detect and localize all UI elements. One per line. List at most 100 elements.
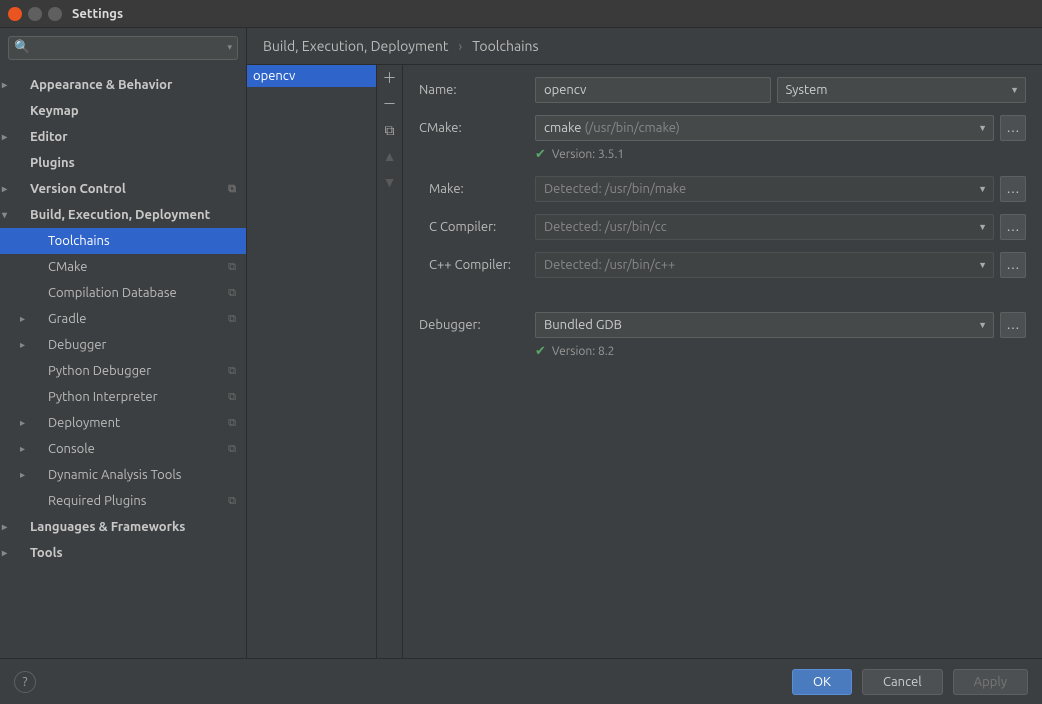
- combo-value: Detected: /usr/bin/cc: [544, 220, 667, 234]
- project-icon: ⧉: [228, 313, 236, 326]
- toolchain-item[interactable]: opencv: [247, 65, 376, 87]
- chevron-down-icon: ▼: [978, 222, 987, 232]
- tree-label: Appearance & Behavior: [30, 78, 172, 92]
- tree-label: Plugins: [30, 156, 75, 170]
- debugger-label: Debugger:: [419, 318, 535, 332]
- help-button[interactable]: ?: [14, 671, 36, 693]
- tree-item-cmake[interactable]: CMake⧉: [0, 254, 246, 280]
- tree-label: CMake: [48, 260, 87, 274]
- breadcrumb-part: Toolchains: [472, 38, 538, 54]
- tree-item-pyinterp[interactable]: Python Interpreter⧉: [0, 384, 246, 410]
- project-icon: ⧉: [228, 495, 236, 508]
- tree-item-pydebug[interactable]: Python Debugger⧉: [0, 358, 246, 384]
- check-icon: ✔: [535, 147, 546, 162]
- chevron-right-icon: ▸: [2, 79, 14, 91]
- make-label: Make:: [419, 182, 535, 196]
- chevron-right-icon: ▸: [2, 521, 14, 533]
- tree-item-dyn[interactable]: ▸Dynamic Analysis Tools: [0, 462, 246, 488]
- chevron-right-icon: ▸: [20, 313, 32, 325]
- window-title: Settings: [72, 7, 123, 21]
- chevron-right-icon: ▸: [20, 443, 32, 455]
- search-input[interactable]: [8, 36, 238, 60]
- toolchain-list-panel: opencv ＋ － ⧉ ▲ ▼: [247, 65, 403, 658]
- cxx-browse-button[interactable]: …: [1000, 252, 1026, 278]
- content-pane: Build, Execution, Deployment › Toolchain…: [247, 28, 1042, 658]
- tree-label: Gradle: [48, 312, 86, 326]
- tree-item-debugger[interactable]: ▸Debugger: [0, 332, 246, 358]
- sidebar: 🔍 ▾ ▸Appearance & Behavior Keymap ▸Edito…: [0, 28, 247, 658]
- move-down-button[interactable]: ▼: [381, 173, 399, 191]
- footer: ? OK Cancel Apply: [0, 658, 1042, 704]
- tree-label: Keymap: [30, 104, 79, 118]
- chevron-down-icon[interactable]: ▾: [227, 42, 232, 53]
- breadcrumb: Build, Execution, Deployment › Toolchain…: [247, 28, 1042, 65]
- debugger-browse-button[interactable]: …: [1000, 312, 1026, 338]
- chevron-right-icon: ›: [458, 38, 462, 54]
- tree-item-lang[interactable]: ▸Languages & Frameworks: [0, 514, 246, 540]
- check-icon: ✔: [535, 344, 546, 359]
- tree-item-console[interactable]: ▸ Console ⧉: [0, 436, 246, 462]
- tree-item-deployment[interactable]: ▸Deployment⧉: [0, 410, 246, 436]
- maximize-icon[interactable]: [48, 7, 62, 21]
- window-buttons: [8, 7, 62, 21]
- cc-combo[interactable]: Detected: /usr/bin/cc ▼: [535, 214, 994, 240]
- tree-label: Debugger: [48, 338, 106, 352]
- copy-button[interactable]: ⧉: [381, 121, 399, 139]
- cmake-version-text: Version: 3.5.1: [552, 148, 624, 161]
- project-icon: ⧉: [228, 391, 236, 404]
- remove-button[interactable]: －: [381, 95, 399, 113]
- debugger-version-text: Version: 8.2: [552, 345, 615, 358]
- cmake-combo[interactable]: cmake (/usr/bin/cmake)▼: [535, 115, 994, 141]
- cmake-label: CMake:: [419, 121, 535, 135]
- toolchain-list[interactable]: opencv: [247, 65, 376, 658]
- ok-button[interactable]: OK: [792, 669, 852, 695]
- tree-label: Console: [48, 442, 95, 456]
- tree-item-reqplugins[interactable]: Required Plugins⧉: [0, 488, 246, 514]
- cc-label: C Compiler:: [419, 220, 535, 234]
- settings-tree: ▸ Appearance & Behavior Keymap ▸Editor Pl…: [0, 68, 246, 658]
- combo-value: cmake (/usr/bin/cmake): [544, 121, 680, 135]
- cmake-browse-button[interactable]: …: [1000, 115, 1026, 141]
- tree-item-appearance[interactable]: ▸ Appearance & Behavior: [0, 72, 246, 98]
- tree-label: Toolchains: [48, 234, 110, 248]
- add-button[interactable]: ＋: [381, 69, 399, 87]
- minimize-icon[interactable]: [28, 7, 42, 21]
- chevron-down-icon: ▼: [1010, 85, 1019, 95]
- name-input[interactable]: [535, 77, 771, 103]
- cxx-combo[interactable]: Detected: /usr/bin/c++▼: [535, 252, 994, 278]
- move-up-button[interactable]: ▲: [381, 147, 399, 165]
- make-combo[interactable]: Detected: /usr/bin/make▼: [535, 176, 994, 202]
- project-icon: ⧉: [228, 287, 236, 300]
- project-icon: ⧉: [228, 417, 236, 430]
- cancel-button[interactable]: Cancel: [862, 669, 943, 695]
- apply-button[interactable]: Apply: [953, 669, 1028, 695]
- debugger-combo[interactable]: Bundled GDB▼: [535, 312, 994, 338]
- tree-item-build[interactable]: ▾ Build, Execution, Deployment: [0, 202, 246, 228]
- chevron-right-icon: ▸: [2, 547, 14, 559]
- tree-label: Compilation Database: [48, 286, 177, 300]
- chevron-right-icon: ▸: [2, 183, 14, 195]
- tree-label: Python Debugger: [48, 364, 151, 378]
- tree-label: Tools: [30, 546, 63, 560]
- breadcrumb-part: Build, Execution, Deployment: [263, 38, 448, 54]
- tree-item-vcs[interactable]: ▸Version Control⧉: [0, 176, 246, 202]
- tree-item-tools[interactable]: ▸ Tools: [0, 540, 246, 566]
- tree-item-toolchains[interactable]: Toolchains: [0, 228, 246, 254]
- tree-label: Deployment: [48, 416, 120, 430]
- project-icon: ⧉: [228, 443, 236, 456]
- titlebar: Settings: [0, 0, 1042, 28]
- tree-item-plugins[interactable]: Plugins: [0, 150, 246, 176]
- close-icon[interactable]: [8, 7, 22, 21]
- tree-item-keymap[interactable]: Keymap: [0, 98, 246, 124]
- tree-label: Build, Execution, Deployment: [30, 208, 210, 222]
- tree-item-gradle[interactable]: ▸ Gradle ⧉: [0, 306, 246, 332]
- cmake-version: ✔ Version: 3.5.1: [535, 147, 1026, 162]
- cxx-label: C++ Compiler:: [419, 258, 535, 272]
- tree-label: Version Control: [30, 182, 126, 196]
- tree-item-editor[interactable]: ▸Editor: [0, 124, 246, 150]
- chevron-down-icon: ▾: [2, 209, 14, 221]
- toolchain-type-combo[interactable]: System▼: [777, 77, 1027, 103]
- make-browse-button[interactable]: …: [1000, 176, 1026, 202]
- cc-browse-button[interactable]: …: [1000, 214, 1026, 240]
- tree-item-compdb[interactable]: Compilation Database ⧉: [0, 280, 246, 306]
